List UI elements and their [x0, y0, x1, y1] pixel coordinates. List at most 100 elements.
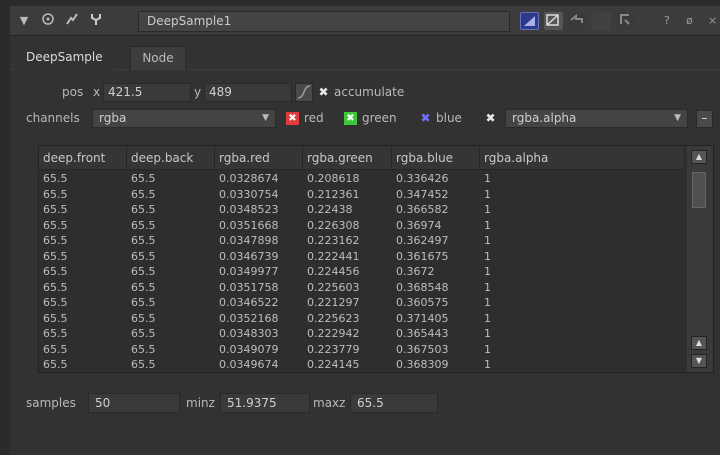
column-header[interactable]: rgba.red	[215, 146, 303, 170]
table-cell: 1	[484, 249, 491, 263]
undo-icon[interactable]	[568, 12, 587, 30]
table-cell: 0.361675	[396, 249, 449, 263]
table-body[interactable]: 65.5 65.5 0.0328674 0.208618 0.336426 1 65.5 65…	[39, 171, 683, 373]
table-row[interactable]: 65.5 65.5 0.0351758 0.225603 0.368548 1	[39, 280, 683, 296]
center-node-icon[interactable]	[38, 12, 58, 30]
table-cell: 0.0330754	[219, 187, 279, 201]
table-cell: 65.5	[43, 358, 68, 371]
table-cell: 0.365443	[396, 327, 449, 340]
column-header[interactable]: rgba.green	[303, 146, 392, 170]
table-cell: 0.367503	[396, 342, 449, 356]
table-cell: 0.222942	[307, 327, 360, 340]
table-cell: 0.347452	[396, 187, 449, 201]
table-cell: 0.336426	[396, 172, 449, 185]
input-color-icon[interactable]	[520, 12, 539, 30]
table-cell: 65.5	[131, 342, 156, 356]
column-header[interactable]: rgba.blue	[392, 146, 480, 170]
pos-y-input[interactable]: 489	[204, 83, 292, 102]
table-cell: 65.5	[131, 187, 156, 201]
table-cell: 65.5	[43, 203, 68, 216]
red-checkbox[interactable]: ✖	[286, 112, 299, 125]
table-cell: 65.5	[43, 265, 68, 278]
close-panel-icon[interactable]: ×	[708, 12, 717, 30]
table-row[interactable]: 65.5 65.5 0.0349977 0.224456 0.3672 1	[39, 264, 683, 280]
maxz-field[interactable]: 65.5	[350, 393, 438, 413]
column-header[interactable]: deep.front	[39, 146, 127, 170]
table-cell: 1	[484, 218, 491, 232]
ghost-icon[interactable]	[544, 12, 563, 30]
redo-icon[interactable]	[616, 12, 635, 30]
table-row[interactable]: 65.5 65.5 0.0328674 0.208618 0.336426 1	[39, 171, 683, 187]
accumulate-checkbox[interactable]: ✖	[317, 86, 330, 99]
table-row[interactable]: 65.5 65.5 0.0349674 0.224145 0.368309 1	[39, 357, 683, 373]
table-cell: 0.222441	[307, 249, 360, 263]
table-cell: 65.5	[43, 187, 68, 201]
table-cell: 0.0346522	[219, 296, 279, 309]
tab-deepsample[interactable]: DeepSample	[16, 46, 113, 70]
green-checkbox[interactable]: ✖	[344, 112, 357, 125]
maxz-label: maxz	[313, 396, 346, 410]
table-cell: 1	[484, 203, 491, 216]
table-row[interactable]: 65.5 65.5 0.0349079 0.223779 0.367503 1	[39, 342, 683, 358]
table-cell: 0.225603	[307, 280, 360, 294]
alpha-checkbox[interactable]: ✖	[484, 112, 497, 125]
table-cell: 0.368548	[396, 280, 449, 294]
remove-channel-button[interactable]: –	[696, 110, 713, 128]
table-cell: 0.208618	[307, 172, 360, 185]
node-name-field[interactable]: DeepSample1	[138, 11, 510, 32]
channels-dropdown[interactable]: rgba ▼	[92, 109, 276, 128]
table-cell: 0.225623	[307, 311, 360, 325]
table-cell: 65.5	[131, 296, 156, 309]
table-cell: 65.5	[131, 172, 156, 185]
table-row[interactable]: 65.5 65.5 0.0351668 0.226308 0.36974 1	[39, 218, 683, 234]
help-icon[interactable]: ?	[664, 12, 670, 30]
table-cell: 0.0347898	[219, 234, 279, 247]
table-cell: 0.0348523	[219, 203, 279, 216]
table-row[interactable]: 65.5 65.5 0.0346739 0.222441 0.361675 1	[39, 249, 683, 265]
table-cell: 0.221297	[307, 296, 360, 309]
table-cell: 65.5	[131, 311, 156, 325]
table-cell: 1	[484, 327, 491, 340]
alpha-channel-dropdown[interactable]: rgba.alpha ▼	[505, 109, 688, 128]
pos-y-label: y	[194, 85, 202, 99]
scroll-thumb[interactable]	[692, 172, 706, 208]
table-row[interactable]: 65.5 65.5 0.0352168 0.225623 0.371405 1	[39, 311, 683, 327]
table-cell: 0.0349674	[219, 358, 279, 371]
animation-curve-icon[interactable]	[295, 83, 313, 102]
scroll-up-icon[interactable]: ▲	[691, 150, 707, 164]
table-row[interactable]: 65.5 65.5 0.0348523 0.22438 0.366582 1	[39, 202, 683, 218]
dropdown-arrow-icon: ▼	[262, 113, 269, 123]
table-cell: 1	[484, 358, 491, 371]
deep-sample-panel: ▼ DeepSample1 ? ø × DeepSample Node pos …	[10, 6, 720, 455]
table-row[interactable]: 65.5 65.5 0.0347898 0.223162 0.362497 1	[39, 233, 683, 249]
table-cell: 0.3672	[396, 265, 435, 278]
table-cell: 1	[484, 280, 491, 294]
settings-icon[interactable]	[86, 12, 106, 30]
title-bar: ▼ DeepSample1 ? ø ×	[10, 6, 720, 36]
table-scrollbar[interactable]: ▲ ▲ ▼	[687, 146, 713, 372]
table-cell: 65.5	[131, 358, 156, 371]
scroll-down-icon[interactable]: ▼	[691, 354, 707, 368]
table-cell: 0.366582	[396, 203, 449, 216]
column-header[interactable]: deep.back	[127, 146, 215, 170]
samples-field[interactable]: 50	[88, 393, 180, 413]
blue-label: blue	[436, 111, 462, 125]
blue-checkbox[interactable]: ✖	[419, 112, 432, 125]
samples-table: deep.front deep.back rgba.red rgba.green…	[38, 145, 714, 373]
tab-node[interactable]: Node	[130, 46, 186, 70]
table-row[interactable]: 65.5 65.5 0.0330754 0.212361 0.347452 1	[39, 187, 683, 203]
pos-x-input[interactable]: 421.5	[103, 83, 191, 102]
table-cell: 0.223162	[307, 234, 360, 247]
table-header: deep.front deep.back rgba.red rgba.green…	[39, 146, 683, 170]
scroll-up-icon[interactable]: ▲	[691, 336, 707, 350]
float-panel-icon[interactable]: ø	[686, 12, 693, 30]
node-color-icon[interactable]	[62, 12, 82, 30]
table-row[interactable]: 65.5 65.5 0.0346522 0.221297 0.360575 1	[39, 295, 683, 311]
table-row[interactable]: 65.5 65.5 0.0348303 0.222942 0.365443 1	[39, 326, 683, 342]
minz-field[interactable]: 51.9375	[220, 393, 310, 413]
collapse-triangle-icon[interactable]: ▼	[14, 12, 34, 30]
table-cell: 1	[484, 311, 491, 325]
table-cell: 0.0352168	[219, 311, 279, 325]
column-header[interactable]: rgba.alpha	[480, 146, 683, 170]
table-cell: 0.224456	[307, 265, 360, 278]
